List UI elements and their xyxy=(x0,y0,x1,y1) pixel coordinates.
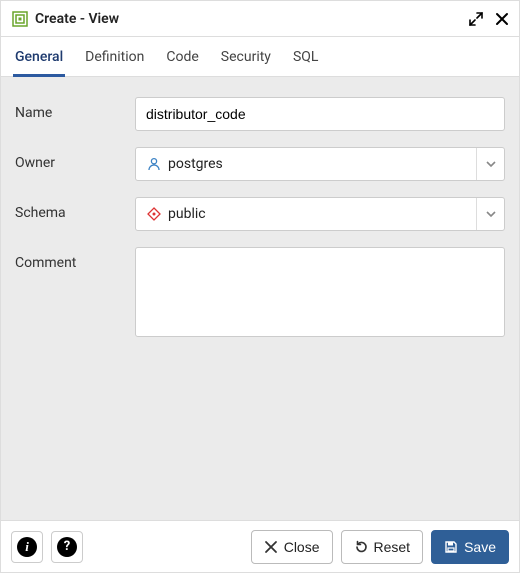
dialog-title: Create - View xyxy=(35,11,463,27)
tab-label: Code xyxy=(166,49,198,65)
footer: i ? Close Reset Save xyxy=(1,520,519,572)
tab-label: SQL xyxy=(293,49,318,65)
label-schema: Schema xyxy=(15,197,135,221)
title-actions xyxy=(469,12,509,26)
row-owner: Owner postgres xyxy=(15,139,505,189)
row-comment: Comment xyxy=(15,239,505,349)
app-icon xyxy=(11,10,29,28)
schema-icon xyxy=(146,206,162,222)
schema-value: public xyxy=(168,206,470,222)
close-button[interactable]: Close xyxy=(251,530,333,564)
reset-label: Reset xyxy=(374,539,411,555)
label-owner: Owner xyxy=(15,147,135,171)
info-icon: i xyxy=(17,537,37,557)
tab-sql[interactable]: SQL xyxy=(293,37,318,76)
tab-label: General xyxy=(15,49,63,65)
expand-icon[interactable] xyxy=(469,12,483,26)
row-schema: Schema public xyxy=(15,189,505,239)
tab-code[interactable]: Code xyxy=(166,37,198,76)
label-comment: Comment xyxy=(15,247,135,271)
help-button[interactable]: ? xyxy=(51,531,83,563)
reset-button[interactable]: Reset xyxy=(341,530,424,564)
reset-icon xyxy=(354,540,368,554)
comment-textarea[interactable] xyxy=(135,247,505,337)
user-icon xyxy=(146,156,162,172)
owner-value: postgres xyxy=(168,156,470,172)
chevron-down-icon xyxy=(476,198,504,230)
tab-label: Definition xyxy=(85,49,144,65)
form-area: Name Owner postgres Schema xyxy=(1,77,519,520)
x-icon xyxy=(264,540,278,554)
tab-general[interactable]: General xyxy=(15,37,63,76)
info-button[interactable]: i xyxy=(11,531,43,563)
tab-definition[interactable]: Definition xyxy=(85,37,144,76)
title-bar: Create - View xyxy=(1,1,519,37)
tab-security[interactable]: Security xyxy=(221,37,271,76)
save-label: Save xyxy=(464,539,496,555)
row-name: Name xyxy=(15,89,505,139)
close-icon[interactable] xyxy=(495,12,509,26)
close-label: Close xyxy=(284,539,320,555)
chevron-down-icon xyxy=(476,148,504,180)
schema-select[interactable]: public xyxy=(135,197,505,231)
tab-bar: General Definition Code Security SQL xyxy=(1,37,519,77)
help-icon: ? xyxy=(57,537,77,557)
save-icon xyxy=(444,540,458,554)
owner-select[interactable]: postgres xyxy=(135,147,505,181)
tab-label: Security xyxy=(221,49,271,65)
label-name: Name xyxy=(15,97,135,121)
save-button[interactable]: Save xyxy=(431,530,509,564)
name-input[interactable] xyxy=(135,97,505,131)
